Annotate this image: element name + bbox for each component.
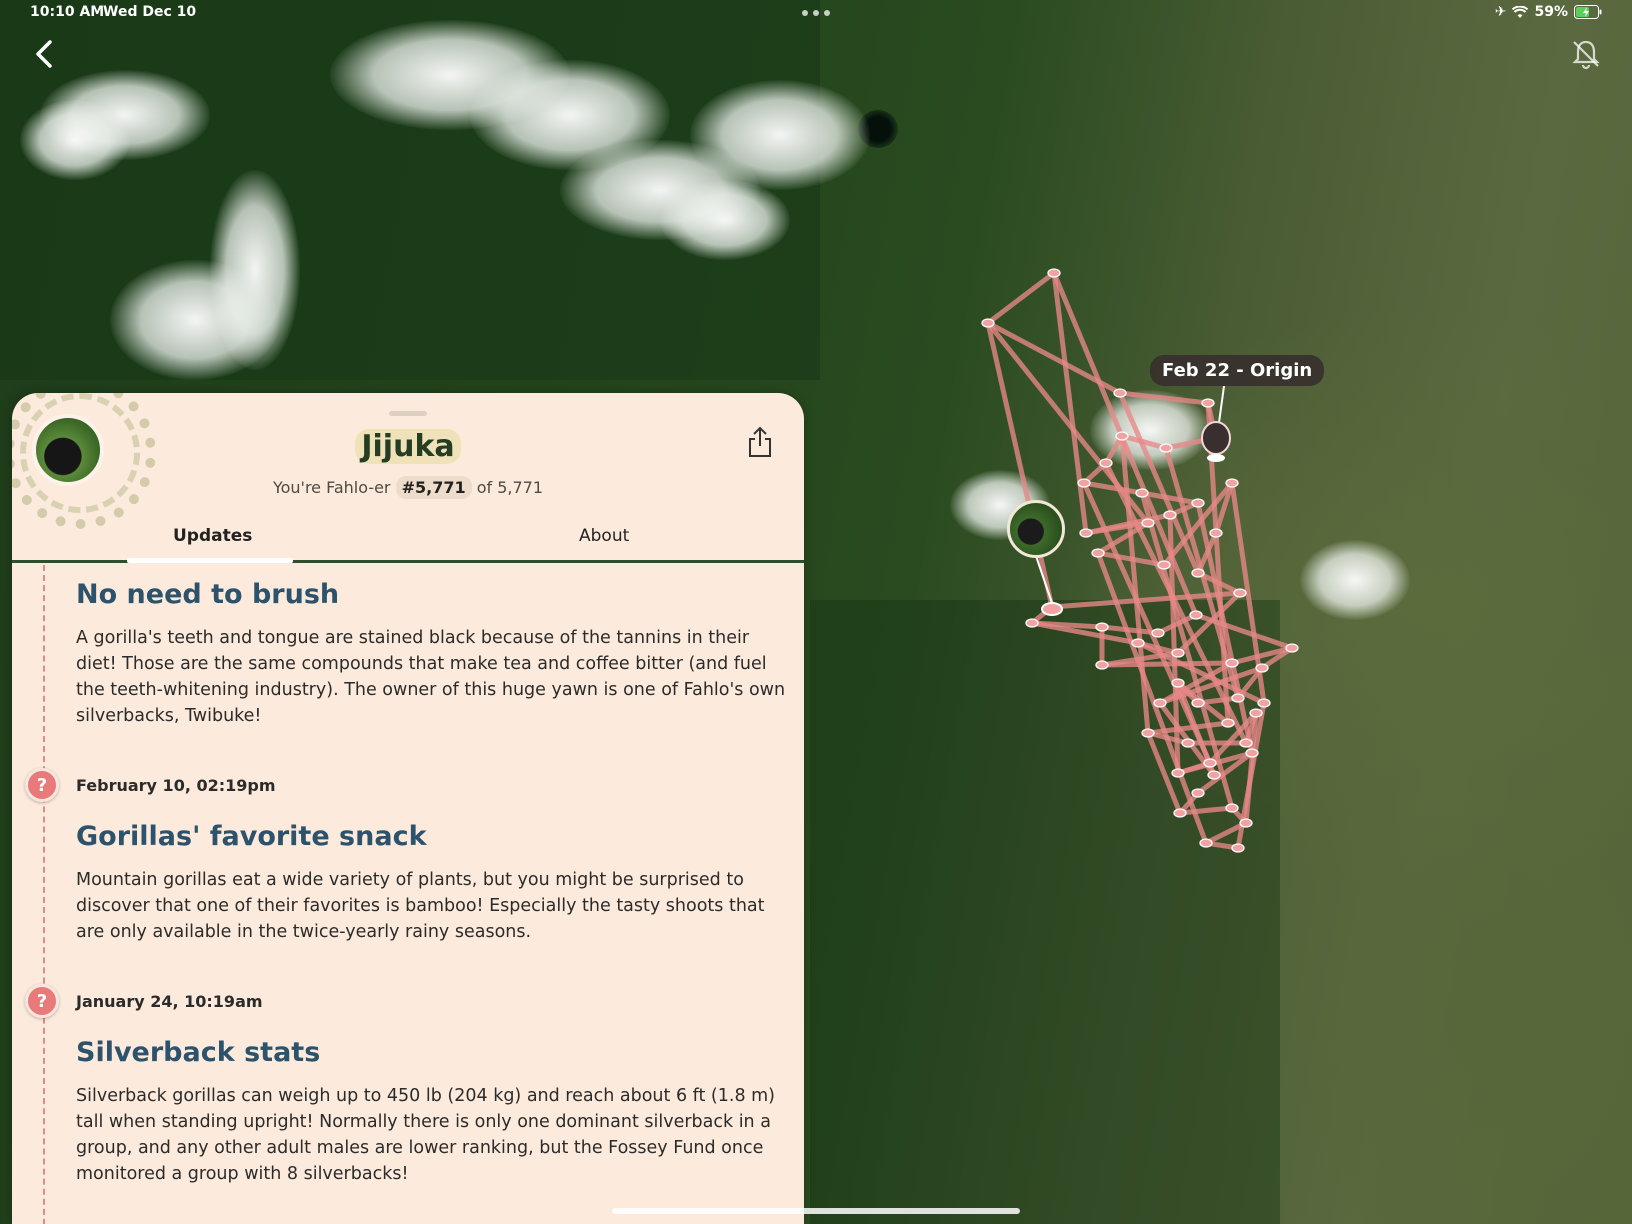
origin-pin-icon[interactable] <box>1201 385 1231 462</box>
track-segment <box>1117 390 1211 406</box>
rank-prefix: You're Fahlo-er <box>272 478 391 497</box>
update-title: No need to brush <box>76 579 340 610</box>
track-point[interactable] <box>1203 758 1217 768</box>
track-point[interactable] <box>1191 698 1205 708</box>
bell-off-icon <box>1572 40 1600 70</box>
track-point[interactable] <box>1079 528 1093 538</box>
track-point[interactable] <box>1191 568 1205 578</box>
chevron-left-icon <box>36 40 52 68</box>
track-point[interactable] <box>1115 431 1129 441</box>
track-point[interactable] <box>1077 478 1091 488</box>
track-point[interactable] <box>1173 808 1187 818</box>
track-point[interactable] <box>1191 788 1205 798</box>
rank-badge: #5,771 <box>395 476 472 499</box>
rank-line: You're Fahlo-er #5,771 of 5,771 <box>12 476 804 499</box>
update-body: A gorilla's teeth and tongue are stained… <box>76 628 786 726</box>
track-point[interactable] <box>1025 618 1039 628</box>
track-point[interactable] <box>1285 643 1299 653</box>
track-point[interactable] <box>1141 728 1155 738</box>
track-point[interactable] <box>1163 510 1177 520</box>
track-segment <box>1081 480 1145 496</box>
track-point[interactable] <box>1207 770 1221 780</box>
track-point[interactable] <box>1131 638 1145 648</box>
track-point[interactable] <box>1221 718 1235 728</box>
timeline-line <box>43 565 45 1224</box>
track-point[interactable] <box>1099 458 1113 468</box>
track-point[interactable] <box>1171 648 1185 658</box>
status-icons: ✈ 59% <box>1495 4 1602 20</box>
sheet-grabber[interactable] <box>389 411 427 416</box>
notification-toggle-button[interactable] <box>1568 36 1604 72</box>
track-segment <box>1177 805 1235 816</box>
track-point[interactable] <box>1191 498 1205 508</box>
share-icon <box>749 426 771 457</box>
back-button[interactable] <box>26 34 62 74</box>
track-point[interactable] <box>1095 660 1109 670</box>
update-title: Silverback stats <box>76 1037 321 1068</box>
tab-about[interactable]: About <box>579 526 629 546</box>
track-point[interactable] <box>981 318 995 328</box>
airplane-icon: ✈ <box>1494 4 1507 20</box>
gorilla-detail-panel: Jijuka You're Fahlo-er #5,771 of 5,771 U… <box>12 393 804 1224</box>
update-date: January 24, 10:19am <box>76 992 263 1011</box>
track-point[interactable] <box>1095 622 1109 632</box>
track-point[interactable] <box>1091 548 1105 558</box>
track-point[interactable] <box>1047 268 1061 278</box>
map-gorilla-avatar[interactable] <box>1007 500 1065 558</box>
multitask-dots[interactable] <box>802 10 830 16</box>
battery-charging-icon <box>1574 5 1602 19</box>
track-point[interactable] <box>1141 518 1155 528</box>
update-title: Gorillas' favorite snack <box>76 821 427 852</box>
track-point[interactable] <box>1181 738 1195 748</box>
question-marker-icon[interactable]: ? <box>25 984 59 1018</box>
track-point[interactable] <box>1257 698 1271 708</box>
battery-percent: 59% <box>1534 4 1568 20</box>
track-point[interactable] <box>1189 610 1203 620</box>
track-point[interactable] <box>1239 738 1253 748</box>
track-point[interactable] <box>1239 818 1253 828</box>
track-point[interactable] <box>1245 748 1259 758</box>
gorilla-name: Jijuka <box>12 429 804 464</box>
track-point[interactable] <box>1201 398 1215 408</box>
track-point[interactable] <box>1255 663 1269 673</box>
track-point[interactable] <box>1135 488 1149 498</box>
rank-suffix: of 5,771 <box>476 478 544 497</box>
track-point[interactable] <box>1171 678 1185 688</box>
track-point[interactable] <box>1225 658 1239 668</box>
track-segment <box>1119 433 1151 736</box>
track-point[interactable] <box>1157 560 1171 570</box>
current-location-point[interactable] <box>1041 602 1063 616</box>
track-point[interactable] <box>1209 528 1223 538</box>
track-point[interactable] <box>1159 443 1173 453</box>
active-tab-indicator <box>127 558 293 563</box>
track-point[interactable] <box>1231 693 1245 703</box>
track-point[interactable] <box>1225 478 1239 488</box>
origin-label: Feb 22 - Origin <box>1150 355 1325 386</box>
track-point[interactable] <box>1231 843 1245 853</box>
update-body: Mountain gorillas eat a wide variety of … <box>76 870 765 942</box>
wifi-icon <box>1512 5 1529 18</box>
question-marker-icon[interactable]: ? <box>25 768 59 802</box>
update-date: February 10, 02:19pm <box>76 776 276 795</box>
track-point[interactable] <box>1113 388 1127 398</box>
track-point[interactable] <box>1225 803 1239 813</box>
update-body: Silverback gorillas can weigh up to 450 … <box>76 1086 776 1184</box>
status-time: 10:10 AM <box>30 4 105 20</box>
track-point[interactable] <box>1151 628 1165 638</box>
track-point[interactable] <box>1233 588 1247 598</box>
home-indicator[interactable] <box>612 1208 1020 1214</box>
track-point[interactable] <box>1249 708 1263 718</box>
tab-updates[interactable]: Updates <box>173 526 252 546</box>
share-button[interactable] <box>745 425 775 459</box>
tab-bar: Updates About <box>12 508 804 563</box>
track-point[interactable] <box>1171 768 1185 778</box>
track-point[interactable] <box>1153 698 1167 708</box>
status-date: Wed Dec 10 <box>103 4 197 20</box>
track-segment <box>985 270 1057 326</box>
track-point[interactable] <box>1199 838 1213 848</box>
